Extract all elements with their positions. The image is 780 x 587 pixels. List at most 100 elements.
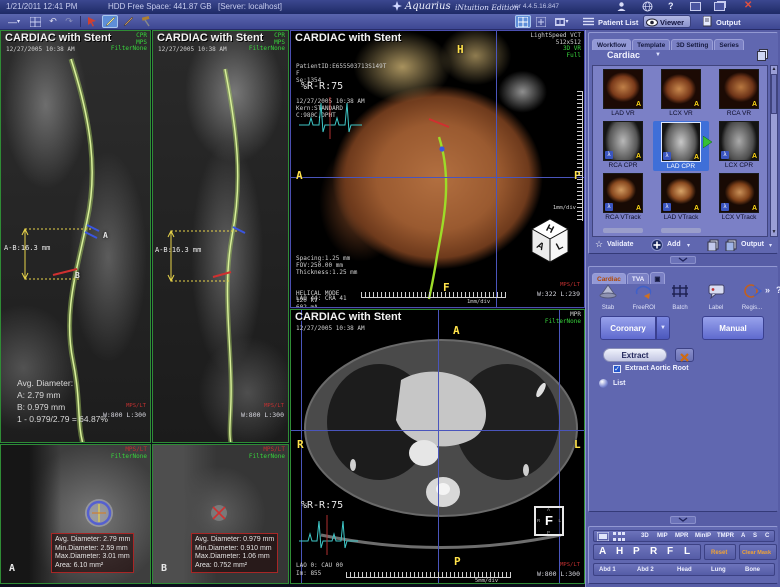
globe-icon[interactable] [642, 1, 653, 14]
thumb-rca-vr[interactable]: A RCA VR [711, 69, 767, 117]
preset-abd1[interactable]: Abd 1 [599, 567, 616, 573]
copy-layout-icon[interactable] [757, 48, 769, 66]
viewport-axial[interactable]: CARDIAC with Stent 12/27/2005 10:38 AM M… [290, 309, 585, 584]
cpr2-vessel-centerline[interactable] [153, 31, 289, 443]
cancel-extract-button[interactable] [675, 348, 694, 362]
vr-orientation-cube[interactable]: H A L [526, 217, 574, 265]
preset-lung[interactable]: Lung [711, 567, 726, 573]
preset-head[interactable]: Head [677, 567, 692, 573]
pointer-tool-icon[interactable] [84, 15, 100, 28]
layout-grid-icon[interactable] [515, 15, 531, 28]
tools-help-button[interactable]: ? [776, 285, 780, 295]
user-icon[interactable] [616, 1, 627, 14]
vr-crosshair-horizontal[interactable] [291, 177, 585, 178]
viewport-cpr-1[interactable]: CARDIAC with Stent 12/27/2005 10:38 AM C… [0, 30, 151, 443]
preset-abd2[interactable]: Abd 2 [637, 567, 654, 573]
clear-mask-button[interactable]: Clear Mask [739, 544, 777, 560]
tool-stab[interactable]: Stab [591, 283, 625, 311]
vr-crosshair-vertical[interactable] [496, 31, 497, 308]
help-button[interactable]: ? [668, 1, 674, 11]
cpr1-point-b-label[interactable]: B [75, 271, 80, 280]
nav-patient-list[interactable]: Patient List [598, 18, 638, 27]
thumb-grid-scrollbar[interactable]: ▲ ▼ [770, 65, 778, 237]
redo-icon[interactable]: ↷ [61, 15, 77, 28]
mode-tmpr[interactable]: TMPR [717, 533, 734, 539]
tab-template[interactable]: Template [632, 39, 670, 50]
tool-batch[interactable]: Batch [663, 283, 697, 311]
output-icon[interactable] [700, 15, 716, 28]
aortic-root-label[interactable]: Extract Aortic Root [625, 365, 689, 372]
orient-p-button[interactable]: P [633, 546, 640, 557]
preset-bone[interactable]: Bone [745, 567, 760, 573]
axial-crosshair-vertical[interactable] [438, 310, 439, 584]
mode-s[interactable]: S [753, 533, 757, 539]
thumb-lcx-cpr[interactable]: λA LCX CPR [711, 121, 767, 169]
export-pages-icon[interactable] [707, 239, 720, 251]
thumb-rca-vtrack[interactable]: λA RCA VTrack [595, 173, 651, 221]
orient-h-button[interactable]: H [616, 546, 623, 557]
tab-3d-setting[interactable]: 3D Setting [671, 39, 713, 50]
extract-button[interactable]: Extract [603, 348, 667, 362]
preset-dropdown-caret-icon[interactable]: ▼ [655, 52, 661, 58]
output-pages-icon[interactable] [725, 239, 738, 251]
tool-label[interactable]: Label [699, 283, 733, 311]
add-caret-icon[interactable]: ▾ [687, 242, 690, 249]
tool-registration[interactable]: Regis... [735, 283, 769, 311]
thumb-lcx-vtrack[interactable]: λA LCX VTrack [711, 173, 767, 221]
list-bullet-icon[interactable] [599, 379, 608, 388]
thumb-lad-vtrack[interactable]: λA LAD VTrack [653, 173, 709, 221]
marker-tool-icon[interactable] [120, 15, 136, 28]
mode-mip[interactable]: MIP [657, 533, 668, 539]
viewport-3d-vr[interactable]: CARDIAC with Stent PatientID:E655503713S… [290, 30, 585, 308]
add-button[interactable]: Add [667, 241, 681, 248]
undo-icon[interactable]: ↶ [45, 15, 61, 28]
viewport-section-b[interactable]: MPS/LTFilterNone Avg. Diameter: 0.979 mm… [152, 444, 289, 584]
axial-refline-right[interactable] [559, 310, 560, 584]
hammer-tool-icon[interactable] [138, 15, 154, 28]
orient-a-button[interactable]: A [599, 546, 606, 557]
list-button[interactable]: List [613, 380, 625, 387]
close-icon[interactable]: ✕ [744, 0, 752, 11]
thumb-lcx-vr[interactable]: A LCX VR [653, 69, 709, 117]
film-layout-dropdown[interactable]: ▾ [551, 15, 573, 28]
output-button[interactable]: Output [741, 241, 764, 248]
add-viewport-icon[interactable] [533, 15, 549, 28]
scroll-up-icon[interactable]: ▲ [771, 66, 777, 73]
orient-f-button[interactable]: F [667, 546, 673, 557]
viewport-cpr-2[interactable]: CARDIAC with Stent 12/27/2005 10:38 AM C… [152, 30, 289, 443]
output-caret-icon[interactable]: ▾ [769, 242, 772, 249]
mode-minip[interactable]: MinIP [695, 533, 711, 539]
tools-more-button[interactable]: » [765, 285, 770, 295]
nav-output[interactable]: Output [716, 18, 741, 27]
cpr1-measure-label[interactable]: A-B:16.3 mm [4, 245, 50, 252]
mask-icon[interactable] [597, 532, 609, 541]
mode-3d[interactable]: 3D [641, 533, 649, 539]
minimize-button[interactable] [690, 2, 701, 11]
axial-orientation-box[interactable]: F A R L P [534, 506, 564, 536]
mode-mpr[interactable]: MPR [675, 533, 688, 539]
validate-star-icon[interactable]: ☆ [595, 239, 603, 250]
thumb-lad-vr[interactable]: A LAD VR [595, 69, 651, 117]
collapse-chevron-bottom[interactable] [670, 516, 696, 524]
mode-c[interactable]: C [765, 533, 769, 539]
layout-icon[interactable] [27, 15, 43, 28]
reset-button[interactable]: Reset [704, 544, 736, 560]
viewport-section-a[interactable]: MPS/LTFilterNone Avg. Diameter: 2.79 mmM… [0, 444, 151, 584]
orient-r-button[interactable]: R [650, 546, 657, 557]
cpr2-measure-label[interactable]: A-B:16.3 mm [155, 247, 201, 254]
scrollbar-thumb[interactable] [771, 74, 777, 114]
thumb-lad-cpr-selected[interactable]: λA LAD CPR [653, 121, 709, 171]
manual-button[interactable]: Manual [702, 316, 764, 340]
restore-button[interactable] [714, 2, 725, 11]
add-plus-icon[interactable] [651, 239, 663, 251]
validate-button[interactable]: Validate [607, 241, 633, 248]
mode-a[interactable]: A [741, 533, 745, 539]
tool-freeroi[interactable]: FreeROI [627, 283, 661, 311]
line-tool-dropdown[interactable]: —▾ [3, 15, 25, 28]
pencil-tool-icon[interactable] [102, 15, 118, 28]
thumb-rca-cpr[interactable]: λA RCA CPR [595, 121, 651, 169]
aortic-root-checkbox[interactable]: ✓ [613, 365, 621, 373]
tab-series[interactable]: Series [714, 39, 744, 50]
scroll-down-icon[interactable]: ▼ [771, 229, 777, 236]
vessel-select-value[interactable]: Coronary [600, 316, 656, 340]
